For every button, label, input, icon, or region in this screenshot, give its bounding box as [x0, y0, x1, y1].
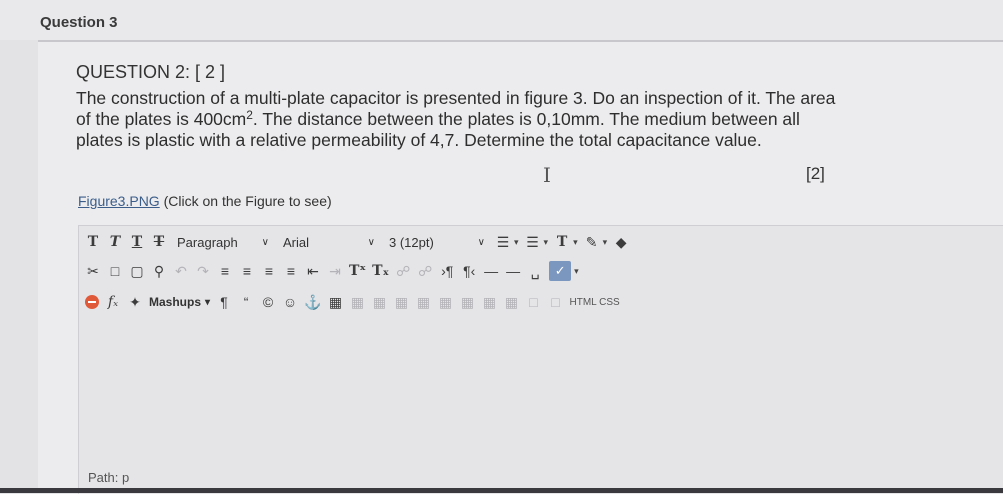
- text-color-icon[interactable]: T: [554, 232, 570, 252]
- eraser-icon[interactable]: ◆: [613, 232, 629, 252]
- align-center-icon[interactable]: ≡: [239, 261, 255, 281]
- caret-icon: ▾: [573, 236, 578, 247]
- mashups-icon[interactable]: ✦: [127, 292, 143, 312]
- strikethrough-icon[interactable]: T: [151, 232, 167, 252]
- screen-bottom-edge: [0, 488, 1003, 493]
- question-text-superscript: 2: [246, 108, 253, 122]
- toolbar-row-3: fₓ ✦ Mashups ▾ ¶ “ © ☺ ⚓ ▦ ▦ ▦ ▦ ▦ ▦ ▦ ▦ …: [85, 289, 620, 315]
- align-right-icon[interactable]: ≡: [261, 261, 277, 281]
- align-left-icon[interactable]: ≡: [217, 261, 233, 281]
- caret-icon: ▾: [205, 296, 211, 308]
- italic-icon[interactable]: T: [107, 232, 123, 252]
- chevron-down-icon: ∨: [261, 236, 269, 248]
- size-select[interactable]: 3 (12pt) ∨: [385, 232, 489, 252]
- figure-row: Figure3.PNG (Click on the Figure to see): [78, 193, 332, 209]
- editor-path: Path: p: [88, 470, 130, 485]
- table-row-after-icon[interactable]: ▦: [371, 292, 387, 312]
- undo-icon[interactable]: ↶: [173, 261, 189, 281]
- paste-icon[interactable]: ▢: [129, 261, 145, 281]
- outdent-icon[interactable]: ⇥: [327, 261, 343, 281]
- space-icon[interactable]: ␣: [527, 261, 543, 281]
- redo-icon[interactable]: ↷: [195, 261, 211, 281]
- align-justify-icon[interactable]: ≡: [283, 261, 299, 281]
- table-cell-icon[interactable]: □: [525, 292, 541, 312]
- copyright-icon[interactable]: ©: [260, 292, 276, 312]
- text-cursor-icon: I: [543, 163, 551, 187]
- highlight-pen-icon[interactable]: ✎: [584, 232, 600, 252]
- toolbar-row-1: T T T T Paragraph ∨ Arial ∨ 3 (12pt) ∨ ☰ ▾ ☰…: [85, 229, 629, 255]
- format-select[interactable]: Paragraph ∨: [173, 232, 273, 252]
- caret-icon: ▾: [514, 236, 519, 247]
- table-split-icon[interactable]: ▦: [481, 292, 497, 312]
- html-css-button[interactable]: HTML CSS: [569, 297, 619, 308]
- question-title: QUESTION 2: [ 2 ]: [76, 62, 226, 82]
- font-select-value: Arial: [283, 234, 310, 250]
- indent-icon[interactable]: ⇤: [305, 261, 321, 281]
- question-marks: [2]: [806, 164, 825, 183]
- numbered-list-icon[interactable]: ☰: [525, 232, 541, 252]
- chevron-down-icon: ∨: [367, 236, 375, 248]
- question-text: The construction of a multi-plate capaci…: [76, 88, 836, 151]
- bullet-list-icon[interactable]: ☰: [495, 232, 511, 252]
- spellcheck-icon[interactable]: ✓: [549, 261, 572, 281]
- text-style-icon[interactable]: T: [85, 232, 101, 252]
- anchor-icon[interactable]: ⚓: [304, 292, 321, 312]
- caret-icon: ▾: [543, 236, 549, 247]
- rtl-paragraph-icon[interactable]: ¶‹: [461, 261, 477, 281]
- table-row-before-icon[interactable]: ▦: [349, 292, 365, 312]
- table-col-before-icon[interactable]: ▦: [415, 292, 431, 312]
- formula-icon[interactable]: fₓ: [105, 292, 121, 312]
- quote-icon[interactable]: “: [238, 292, 254, 312]
- question-header: [0, 0, 1003, 40]
- remove-icon[interactable]: [85, 295, 99, 309]
- search-icon[interactable]: ⚲: [151, 261, 167, 281]
- mashups-menu[interactable]: Mashups ▾: [149, 292, 210, 312]
- caret-icon: ▾: [574, 265, 579, 276]
- font-select[interactable]: Arial ∨: [279, 232, 379, 252]
- table-delete-col-icon[interactable]: ▦: [459, 292, 475, 312]
- ltr-paragraph-icon[interactable]: ›¶: [439, 261, 455, 281]
- copy-icon[interactable]: □: [107, 261, 123, 281]
- format-select-value: Paragraph: [177, 234, 238, 250]
- subscript-icon[interactable]: Tₓ: [372, 261, 389, 281]
- table-delete-row-icon[interactable]: ▦: [393, 292, 409, 312]
- cut-icon[interactable]: ✂: [85, 261, 101, 281]
- mashups-label: Mashups: [149, 295, 202, 309]
- figure-hint: (Click on the Figure to see): [163, 193, 332, 209]
- figure-link[interactable]: Figure3.PNG: [78, 193, 160, 209]
- chevron-down-icon: ∨: [477, 236, 485, 248]
- caret-icon: ▾: [602, 236, 608, 247]
- table-merge-icon[interactable]: ▦: [503, 292, 519, 312]
- unlink-icon[interactable]: ☍: [417, 261, 433, 281]
- nonbreaking-space-icon[interactable]: —: [505, 261, 521, 281]
- table-icon[interactable]: ▦: [327, 292, 343, 312]
- size-select-value: 3 (12pt): [389, 234, 434, 250]
- link-icon[interactable]: ☍: [395, 261, 411, 281]
- horizontal-rule-icon[interactable]: —: [483, 261, 499, 281]
- toolbar-row-2: ✂ □ ▢ ⚲ ↶ ↷ ≡ ≡ ≡ ≡ ⇤ ⇥ Tˣ Tₓ ☍ ☍ ›¶ ¶‹ …: [85, 258, 579, 284]
- superscript-icon[interactable]: Tˣ: [349, 261, 366, 281]
- underline-icon[interactable]: T: [129, 232, 145, 252]
- table-col-after-icon[interactable]: ▦: [437, 292, 453, 312]
- table-props-icon[interactable]: □: [547, 292, 563, 312]
- paragraph-icon[interactable]: ¶: [216, 292, 232, 312]
- emoticon-icon[interactable]: ☺: [282, 292, 298, 312]
- question-label: Question 3: [40, 14, 118, 31]
